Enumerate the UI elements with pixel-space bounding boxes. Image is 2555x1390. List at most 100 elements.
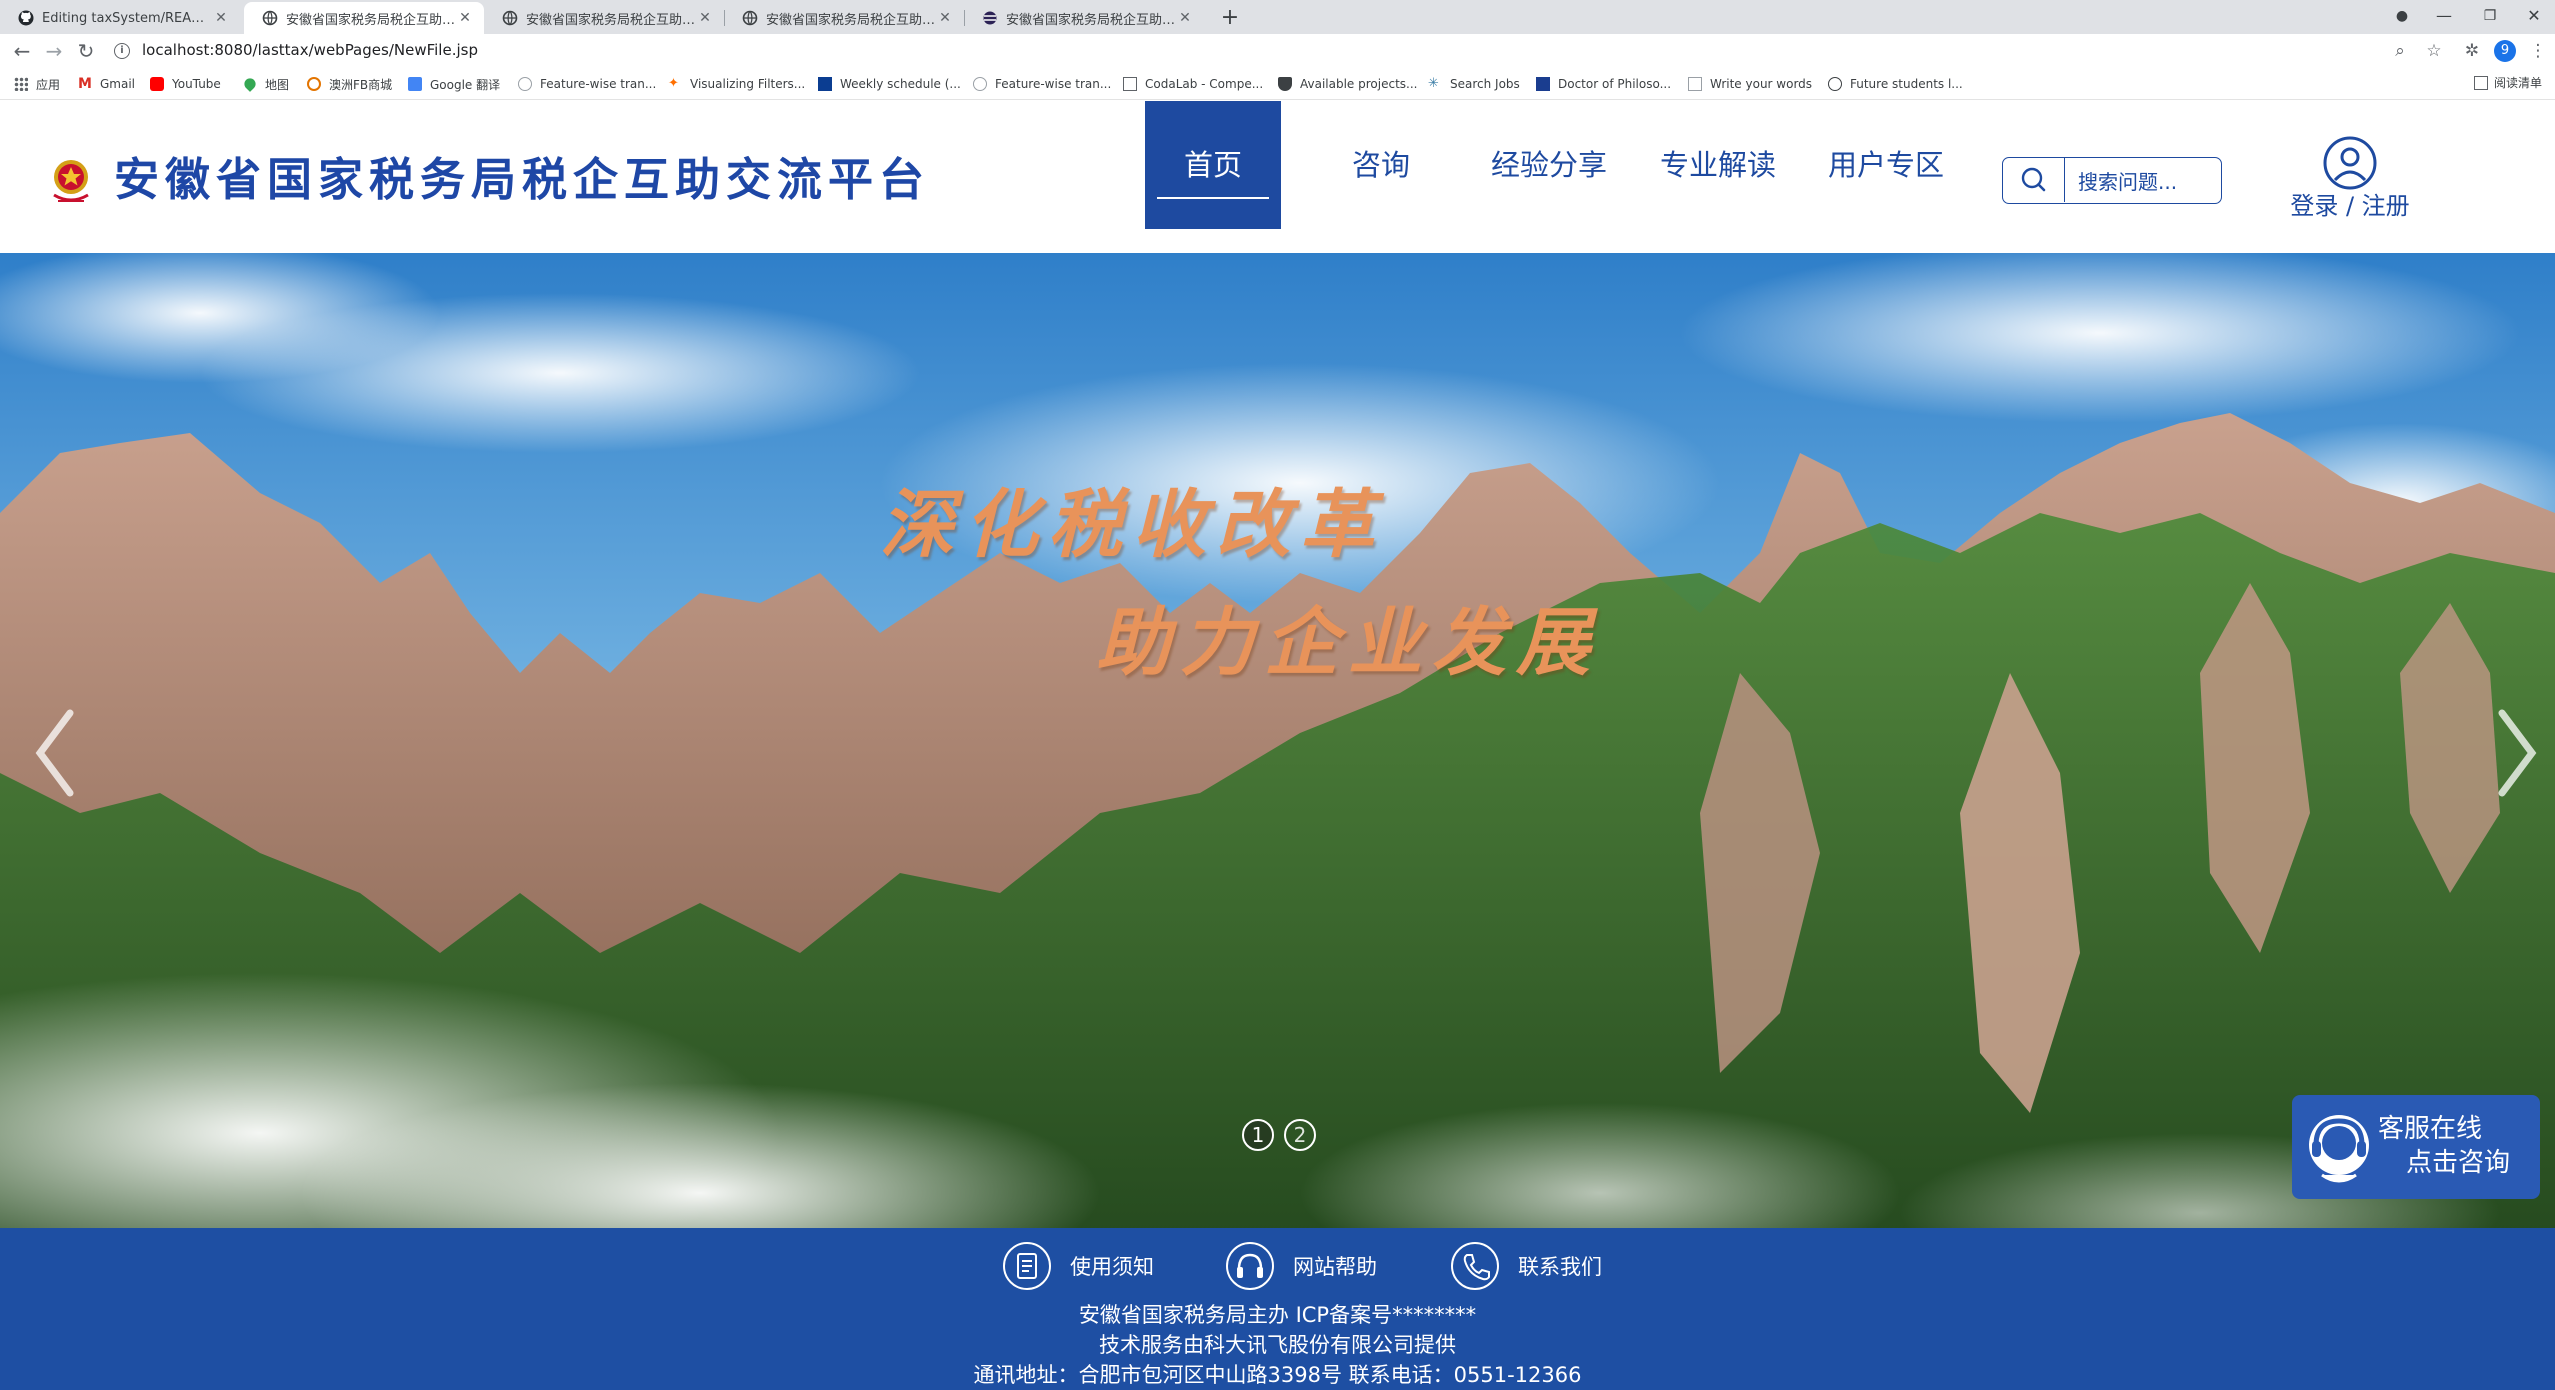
gmail-icon: M [78,76,92,92]
extensions-icon[interactable]: ✲ [2460,39,2484,63]
bookmark-item[interactable]: Feature-wise tran... [973,74,1111,94]
bookmark-item[interactable]: ✳ Search Jobs [1428,74,1520,94]
bookmark-item[interactable]: Future students l... [1828,74,1963,94]
reload-icon[interactable]: ↻ [72,37,100,65]
address-bar[interactable]: localhost:8080/lasttax/webPages/NewFile.… [142,40,478,60]
headset-icon [1226,1242,1274,1290]
bookmark-item[interactable]: 澳洲FB商城 [307,74,392,94]
page-icon [518,77,532,91]
bookmark-label: Weekly schedule (... [840,77,961,91]
bookmark-item[interactable]: YouTube [150,74,221,94]
doc-icon [1688,77,1702,91]
close-icon[interactable]: ✕ [456,9,474,27]
search-box [2002,157,2222,204]
bookmark-label: CodaLab - Compe... [1145,77,1264,91]
nav-interpretation[interactable]: 专业解读 [1650,101,1786,229]
footer-tech-text: 技术服务由科大讯飞股份有限公司提供 [1099,1333,1456,1357]
eclipse-icon [983,11,997,25]
footer-link-terms[interactable]: 使用须知 [1002,1240,1154,1292]
new-tab-button[interactable]: + [1216,4,1244,32]
bookmark-item[interactable]: Google 翻译 [408,74,500,94]
globe-icon [262,10,278,26]
phone-icon [1451,1242,1499,1290]
schedule-icon [818,77,832,91]
search-button[interactable] [2003,158,2065,202]
footer-link-label: 使用须知 [1070,1255,1154,1279]
browser-tab[interactable]: 安徽省国家税务局税企互助交流平台 ✕ [484,2,724,34]
mountain-landscape-image [0,253,2555,1228]
close-icon[interactable]: ✕ [696,9,714,27]
bookmark-item[interactable]: Available projects... [1278,74,1417,94]
close-icon[interactable]: ✕ [212,9,230,27]
nav-user-zone[interactable]: 用户专区 [1818,101,1954,229]
minimize-icon[interactable]: — [2420,0,2468,34]
profile-avatar[interactable]: 9 [2494,40,2516,62]
bookmark-star-icon[interactable]: ☆ [2422,39,2446,63]
site-info-icon[interactable]: i [114,43,130,59]
user-avatar-icon[interactable] [2322,135,2378,191]
fb-market-icon [307,77,321,91]
online-service-widget[interactable]: 客服在线 点击咨询 [2292,1095,2540,1199]
carousel-dot-1[interactable]: 1 [1242,1119,1274,1151]
nav-experience[interactable]: 经验分享 [1481,101,1617,229]
nav-label: 用户专区 [1827,148,1944,182]
bookmark-item[interactable]: CodaLab - Compe... [1123,74,1263,94]
search-icon [2021,167,2046,192]
browser-tab[interactable]: 安徽省国家税务局税企互助交流平台 ✕ [724,2,964,34]
reading-list-icon [2474,75,2488,90]
nav-home[interactable]: 首页 [1145,101,1281,229]
globe-icon [502,10,518,26]
footer-sponsor-text: 安徽省国家税务局主办 ICP备案号******** [1078,1303,1477,1327]
carousel-next-arrow-icon[interactable] [2486,703,2546,803]
menu-kebab-icon[interactable]: ⋮ [2526,39,2550,63]
footer-link-contact[interactable]: 联系我们 [1450,1240,1602,1292]
close-icon[interactable]: ✕ [1176,9,1194,27]
footer-link-label: 联系我们 [1518,1255,1602,1279]
bookmark-item[interactable]: M Gmail [78,74,135,94]
footer-link-help[interactable]: 网站帮助 [1225,1240,1377,1292]
nav-label: 首页 [1183,148,1242,182]
bookmark-label: Google 翻译 [430,77,501,92]
browser-tab[interactable]: 安徽省国家税务局税企互助交流平台 ✕ [964,2,1204,34]
bookmark-item[interactable]: ✦ Visualizing Filters... [668,74,805,94]
site-header: 安徽省国家税务局税企互助交流平台 首页 咨询 经验分享 专业解读 用户专区 登录… [0,101,2555,253]
browser-toolbar: ← → ↻ i localhost:8080/lasttax/webPages/… [0,34,2555,68]
nav-label: 咨询 [1351,148,1410,182]
tensorflow-icon: ✦ [668,76,679,91]
codalab-icon [1123,77,1137,91]
carousel-dot-2[interactable]: 2 [1284,1119,1316,1151]
maps-pin-icon [242,76,258,92]
forward-arrow-icon[interactable]: → [40,37,68,65]
bookmark-item[interactable]: Weekly schedule (... [818,74,961,94]
shield-icon [1278,77,1292,91]
bookmark-label: Gmail [100,77,136,91]
banner-slogan-line2: 助力企业发展 [1096,600,1600,686]
zoom-icon[interactable]: ⌕ [2388,39,2412,63]
bookmark-item[interactable]: Doctor of Philoso... [1536,74,1671,94]
document-icon [1003,1242,1051,1290]
reading-list-button[interactable]: 阅读清单 [2474,74,2542,91]
tab-search-icon[interactable]: ● [2378,0,2426,34]
tax-emblem-logo [53,160,89,202]
service-widget-line2: 点击咨询 [2406,1148,2511,1178]
tab-title: 安徽省国家税务局税企互助交流平台 [766,12,936,28]
bookmark-item[interactable]: Write your words [1688,74,1812,94]
tab-title: Editing taxSystem/README.md [42,10,212,26]
browser-tab[interactable]: Editing taxSystem/README.md ✕ [0,2,240,34]
youtube-icon [150,77,164,91]
bookmark-item[interactable]: 应用 [14,74,60,94]
site-title: 安徽省国家税务局税企互助交流平台 [114,153,931,206]
back-arrow-icon[interactable]: ← [8,37,36,65]
carousel-prev-arrow-icon[interactable] [26,703,86,803]
login-register-link[interactable]: 登录 / 注册 [2280,189,2420,223]
nav-consult[interactable]: 咨询 [1313,101,1449,229]
restore-icon[interactable]: ❐ [2466,0,2514,34]
browser-tab-active[interactable]: 安徽省国家税务局税企互助交流平台 ✕ [244,2,484,34]
close-icon[interactable]: ✕ [936,9,954,27]
close-window-icon[interactable]: ✕ [2510,0,2555,34]
bookmark-label: YouTube [172,77,221,91]
bookmark-item[interactable]: 地图 [242,74,289,94]
search-input[interactable] [2078,170,2213,194]
reading-list-label: 阅读清单 [2494,76,2543,90]
bookmark-item[interactable]: Feature-wise tran... [518,74,656,94]
